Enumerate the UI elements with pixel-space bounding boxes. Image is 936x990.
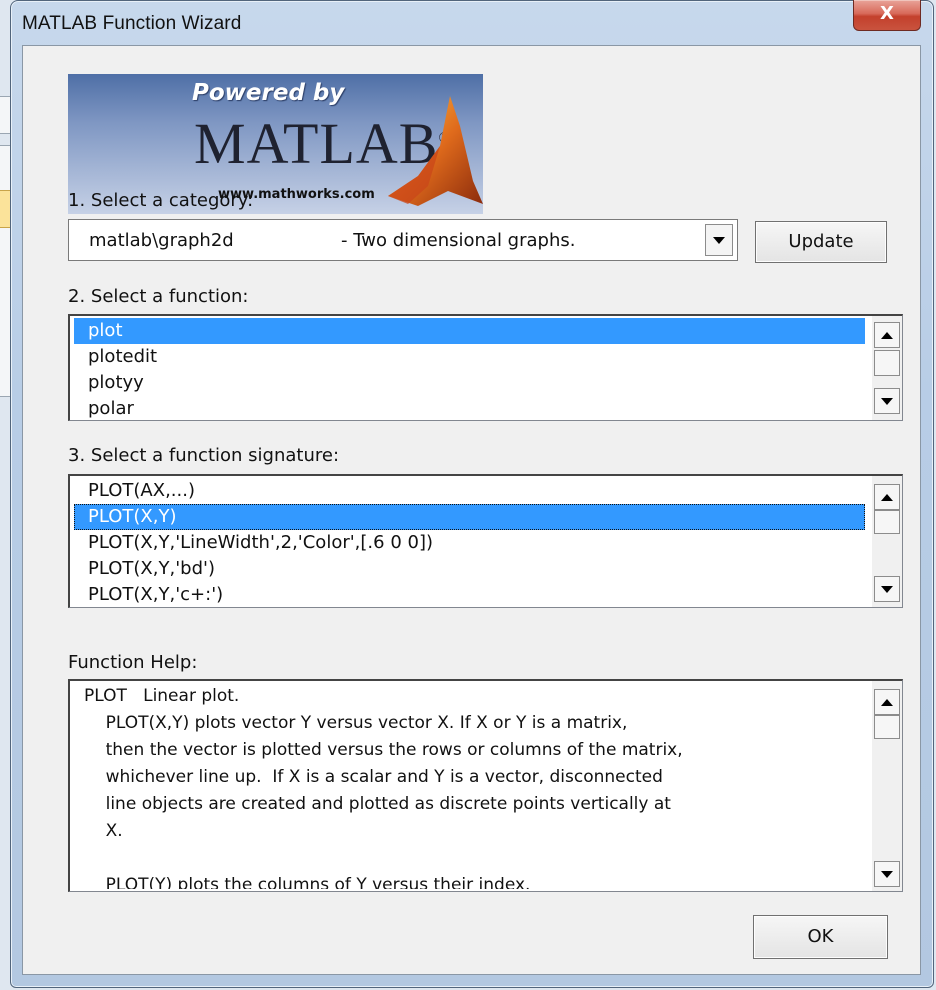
close-button[interactable]: X bbox=[853, 0, 921, 31]
category-dropdown[interactable]: matlab\graph2d - Two dimensional graphs. bbox=[68, 219, 738, 261]
scroll-down-button[interactable] bbox=[874, 576, 900, 602]
signature-listbox[interactable]: PLOT(AX,...) PLOT(X,Y) PLOT(X,Y,'LineWid… bbox=[68, 474, 903, 608]
scroll-thumb[interactable] bbox=[874, 350, 900, 376]
scroll-thumb[interactable] bbox=[874, 715, 900, 739]
scroll-up-button[interactable] bbox=[874, 689, 900, 715]
dialog-client-area: Powered by MATLAB® www.mathworks.com 1. … bbox=[22, 45, 921, 975]
signature-scrollbar[interactable] bbox=[872, 476, 902, 607]
update-button[interactable]: Update bbox=[755, 221, 887, 263]
category-selected-desc: - Two dimensional graphs. bbox=[341, 230, 576, 251]
title-bar[interactable]: MATLAB Function Wizard X bbox=[11, 0, 933, 45]
function-label: 2. Select a function: bbox=[68, 286, 249, 307]
category-selected-name: matlab\graph2d bbox=[89, 230, 234, 251]
help-line bbox=[84, 845, 683, 872]
scroll-up-button[interactable] bbox=[874, 484, 900, 510]
help-line: then the vector is plotted versus the ro… bbox=[84, 740, 683, 760]
help-textbox[interactable]: PLOT Linear plot. PLOT(X,Y) plots vector… bbox=[68, 679, 903, 892]
help-label: Function Help: bbox=[68, 652, 198, 673]
help-text-area: PLOT Linear plot. PLOT(X,Y) plots vector… bbox=[84, 683, 864, 889]
help-line: line objects are created and plotted as … bbox=[84, 794, 671, 814]
arrow-up-icon bbox=[881, 493, 893, 501]
help-line: PLOT(X,Y) plots vector Y versus vector X… bbox=[84, 713, 628, 733]
list-item[interactable]: PLOT(X,Y) bbox=[74, 504, 865, 530]
chevron-down-icon bbox=[713, 236, 725, 244]
help-line: PLOT(Y) plots the columns of Y versus th… bbox=[84, 875, 531, 889]
help-scrollbar[interactable] bbox=[872, 681, 902, 891]
function-scrollbar[interactable] bbox=[872, 316, 902, 420]
scroll-down-button[interactable] bbox=[874, 861, 900, 887]
list-item[interactable]: PLOT(X,Y,'bd') bbox=[74, 556, 215, 582]
list-item[interactable]: PLOT(X,Y,'c+:') bbox=[74, 582, 223, 607]
list-item[interactable]: plotyy bbox=[74, 370, 144, 396]
help-line: X. bbox=[84, 821, 123, 841]
list-item[interactable]: polar bbox=[74, 396, 134, 420]
help-line: PLOT Linear plot. bbox=[84, 686, 240, 706]
function-wizard-window: MATLAB Function Wizard X Powered by MATL… bbox=[10, 0, 934, 988]
arrow-down-icon bbox=[881, 870, 893, 878]
membrane-logo-icon bbox=[388, 96, 483, 206]
arrow-up-icon bbox=[881, 331, 893, 339]
window-title: MATLAB Function Wizard bbox=[22, 13, 242, 34]
dropdown-arrow-button[interactable] bbox=[705, 224, 733, 256]
category-label: 1. Select a category: bbox=[68, 190, 254, 211]
arrow-down-icon bbox=[881, 585, 893, 593]
list-item[interactable]: PLOT(AX,...) bbox=[74, 478, 195, 504]
list-item[interactable]: plot bbox=[74, 318, 865, 344]
help-text: PLOT Linear plot. PLOT(X,Y) plots vector… bbox=[84, 683, 683, 889]
scroll-thumb[interactable] bbox=[874, 510, 900, 534]
ok-button[interactable]: OK bbox=[753, 915, 888, 959]
scroll-up-button[interactable] bbox=[874, 322, 900, 348]
list-item[interactable]: plotedit bbox=[74, 344, 157, 370]
help-line: whichever line up. If X is a scalar and … bbox=[84, 767, 663, 787]
scroll-down-button[interactable] bbox=[874, 388, 900, 414]
signature-label: 3. Select a function signature: bbox=[68, 445, 340, 466]
arrow-up-icon bbox=[881, 698, 893, 706]
list-item[interactable]: PLOT(X,Y,'LineWidth',2,'Color',[.6 0 0]) bbox=[74, 530, 433, 556]
logo-powered-by: Powered by bbox=[192, 80, 345, 106]
arrow-down-icon bbox=[881, 397, 893, 405]
function-listbox[interactable]: plot plotedit plotyy polar bbox=[68, 314, 903, 421]
